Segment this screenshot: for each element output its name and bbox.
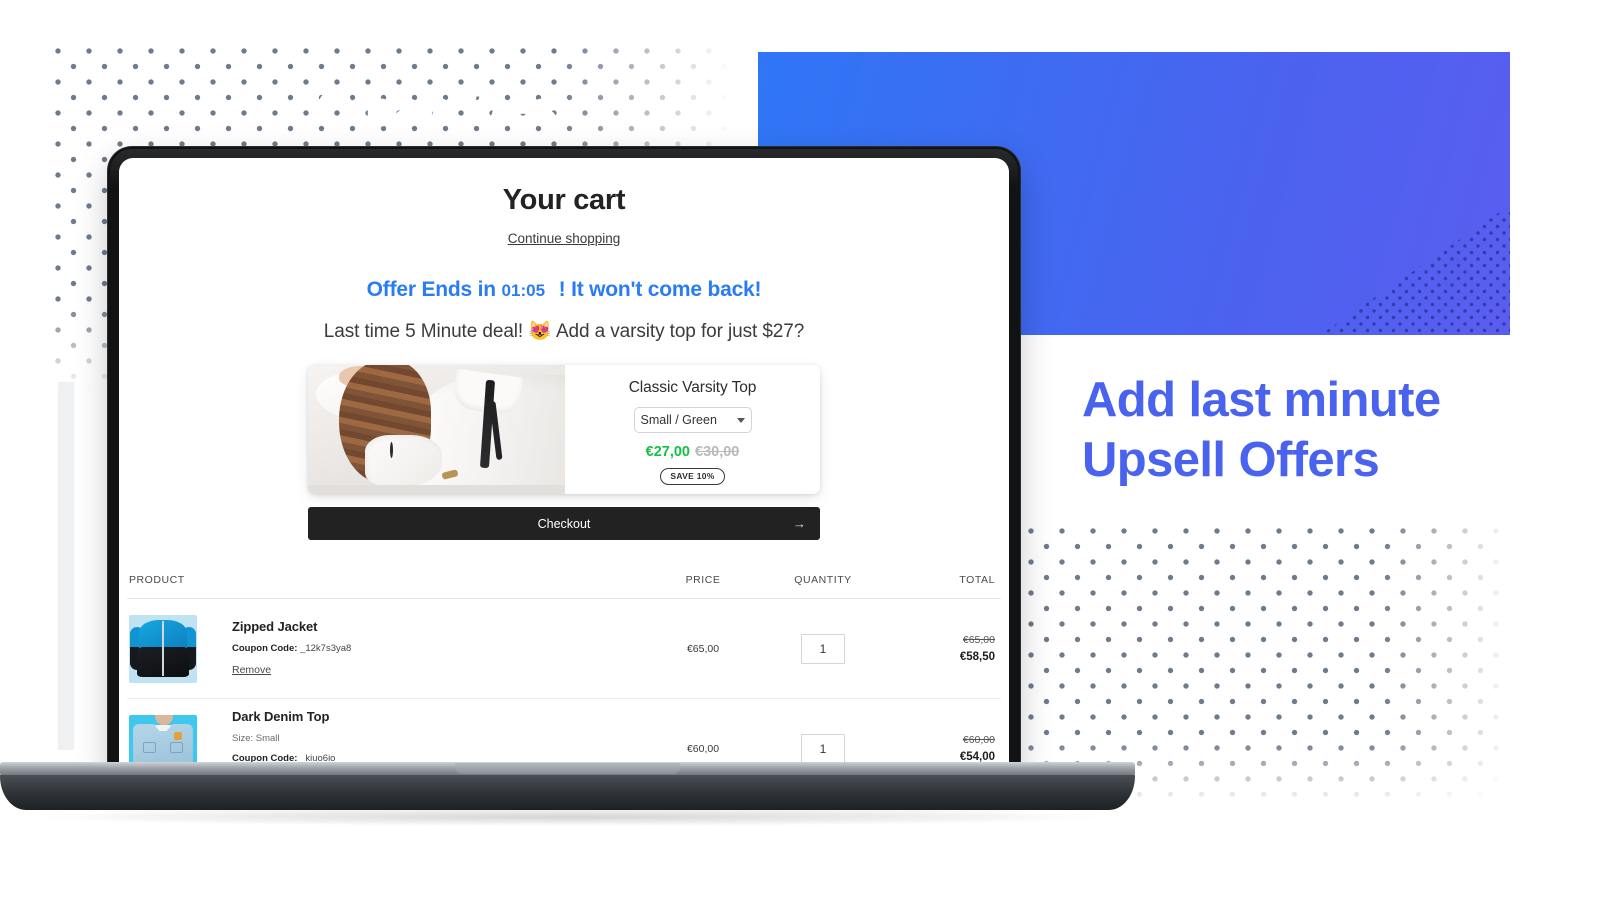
screenshot-canvas: Clean Design in-cart Upsells Add last mi…	[0, 0, 1600, 900]
product-price: €65,00	[686, 642, 720, 655]
upsell-product-title: Classic Varsity Top	[628, 379, 757, 396]
quantity-cell: 1	[759, 733, 887, 764]
upsell-details: Classic Varsity Top Small / Green €27,00…	[565, 365, 820, 494]
coupon-value: _12k7s3ya8	[300, 643, 352, 654]
save-badge: SAVE 10%	[660, 468, 725, 485]
product-thumbnail[interactable]	[129, 614, 197, 683]
remove-link[interactable]: Remove	[232, 664, 271, 676]
quantity-cell: 1	[759, 633, 887, 664]
coupon-label: Coupon Code:	[232, 643, 298, 654]
product-name: Zipped Jacket	[232, 619, 318, 634]
continue-shopping-link[interactable]: Continue shopping	[119, 231, 1009, 246]
product-info: Zipped Jacket Coupon Code: _12k7s3ya8 Re…	[232, 619, 351, 678]
laptop-base-notch	[455, 763, 680, 774]
upsell-card[interactable]: Classic Varsity Top Small / Green €27,00…	[308, 365, 820, 494]
total-discounted: €58,50	[959, 651, 995, 663]
product-price: €60,00	[686, 742, 720, 755]
cart-table: PRODUCT PRICE QUANTITY TOTAL Zipped Jack…	[119, 574, 1009, 775]
upsell-sale-price: €27,00	[645, 444, 690, 460]
upsell-price-row: €27,00 €30,00	[575, 444, 810, 460]
column-header-price: PRICE	[685, 574, 721, 586]
total-original: €60,00	[962, 734, 995, 746]
upsell-product-image	[308, 365, 565, 494]
checkout-label: Checkout	[537, 516, 591, 531]
panel-dot-pattern	[1320, 205, 1510, 335]
product-coupon: Coupon Code: _12k7s3ya8	[232, 643, 351, 654]
browser-viewport: Your cart Continue shopping Offer Ends i…	[119, 158, 1009, 775]
offer-suffix: ! It won't come back!	[558, 278, 762, 301]
page-title: Your cart	[502, 184, 626, 216]
total-cell: €65,00 €58,50	[887, 634, 999, 663]
column-header-quantity: QUANTITY	[794, 574, 852, 586]
column-header-product: PRODUCT	[129, 574, 185, 586]
offer-prefix: Offer Ends in	[366, 278, 496, 301]
marketing-subheadline: Add last minute Upsell Offers	[1082, 373, 1441, 487]
chevron-down-icon	[736, 417, 745, 423]
quantity-input[interactable]: 1	[801, 633, 845, 664]
product-name: Dark Denim Top	[232, 709, 330, 724]
total-cell: €60,00 €54,00	[887, 734, 999, 763]
offer-countdown-banner: Offer Ends in 01:05 ! It won't come back…	[119, 278, 1009, 302]
column-header-total: TOTAL	[959, 574, 995, 586]
laptop-base	[0, 762, 1135, 826]
cart-page: Your cart Continue shopping Offer Ends i…	[119, 158, 1009, 775]
table-header-row: PRODUCT PRICE QUANTITY TOTAL	[127, 574, 1001, 599]
variant-select[interactable]: Small / Green	[633, 407, 752, 433]
product-variant: Size: Small	[232, 733, 280, 744]
table-row: Zipped Jacket Coupon Code: _12k7s3ya8 Re…	[127, 599, 1001, 699]
grey-accent-bar	[58, 382, 74, 750]
arrow-right-icon: →	[793, 516, 806, 531]
variant-select-value: Small / Green	[640, 413, 717, 427]
laptop-screen-bezel: Your cart Continue shopping Offer Ends i…	[108, 147, 1020, 775]
dot-fade-right-2	[1380, 528, 1530, 808]
countdown-timer: 01:05	[501, 281, 546, 300]
offer-subline: Last time 5 Minute deal! 😻 Add a varsity…	[323, 321, 805, 342]
quantity-input[interactable]: 1	[801, 733, 845, 764]
upsell-original-price: €30,00	[695, 444, 740, 460]
total-original: €65,00	[962, 634, 995, 646]
laptop-base-body	[0, 775, 1135, 810]
checkout-button[interactable]: Checkout →	[308, 507, 820, 540]
laptop-base-shadow	[40, 808, 1100, 826]
